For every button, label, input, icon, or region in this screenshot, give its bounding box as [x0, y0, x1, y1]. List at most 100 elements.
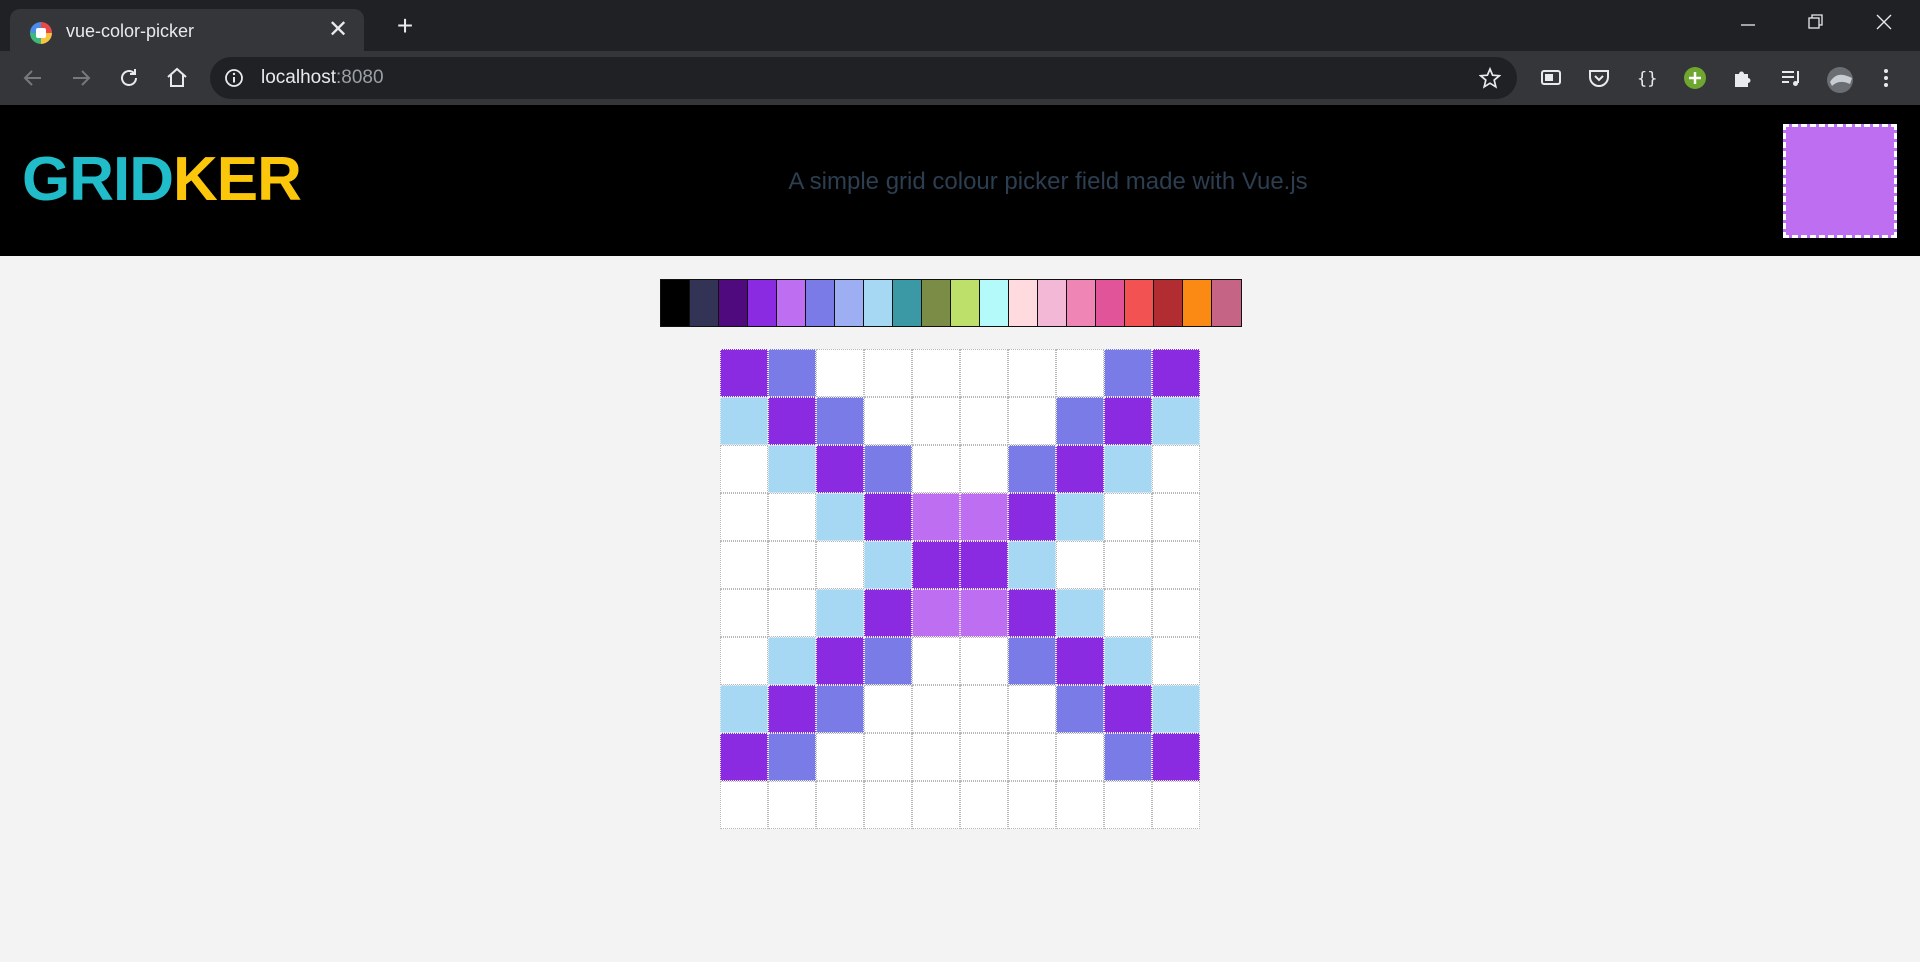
palette-color-chip[interactable] [835, 280, 864, 326]
grid-cell[interactable] [1152, 733, 1200, 781]
palette-color-chip[interactable] [1125, 280, 1154, 326]
grid-cell[interactable] [864, 637, 912, 685]
grid-cell[interactable] [1056, 397, 1104, 445]
grid-cell[interactable] [816, 349, 864, 397]
grid-cell[interactable] [720, 589, 768, 637]
grid-cell[interactable] [768, 349, 816, 397]
grid-cell[interactable] [720, 637, 768, 685]
grid-cell[interactable] [816, 637, 864, 685]
palette-color-chip[interactable] [1067, 280, 1096, 326]
grid-cell[interactable] [912, 733, 960, 781]
grid-cell[interactable] [864, 589, 912, 637]
grid-cell[interactable] [1056, 541, 1104, 589]
grid-cell[interactable] [720, 445, 768, 493]
palette-color-chip[interactable] [1009, 280, 1038, 326]
grid-cell[interactable] [768, 589, 816, 637]
grid-cell[interactable] [960, 733, 1008, 781]
grid-cell[interactable] [960, 541, 1008, 589]
grid-cell[interactable] [768, 541, 816, 589]
grid-cell[interactable] [1104, 397, 1152, 445]
json-viewer-extension-icon[interactable]: {} [1633, 64, 1661, 92]
grid-cell[interactable] [1008, 685, 1056, 733]
grid-cell[interactable] [816, 541, 864, 589]
grid-cell[interactable] [1056, 493, 1104, 541]
grid-cell[interactable] [1056, 445, 1104, 493]
grid-cell[interactable] [1104, 685, 1152, 733]
grid-cell[interactable] [1152, 541, 1200, 589]
grid-cell[interactable] [1152, 637, 1200, 685]
palette-color-chip[interactable] [951, 280, 980, 326]
grid-cell[interactable] [768, 685, 816, 733]
grid-cell[interactable] [720, 493, 768, 541]
grid-cell[interactable] [864, 541, 912, 589]
grid-cell[interactable] [960, 397, 1008, 445]
grid-cell[interactable] [1008, 397, 1056, 445]
palette-color-chip[interactable] [922, 280, 951, 326]
add-extension-icon[interactable] [1681, 64, 1709, 92]
address-bar[interactable]: localhost:8080 [210, 57, 1517, 99]
grid-cell[interactable] [1008, 349, 1056, 397]
forward-arrow-icon[interactable] [66, 63, 96, 93]
palette-color-chip[interactable] [1038, 280, 1067, 326]
grid-cell[interactable] [816, 445, 864, 493]
palette-color-chip[interactable] [980, 280, 1009, 326]
grid-cell[interactable] [1152, 685, 1200, 733]
grid-cell[interactable] [864, 445, 912, 493]
grid-cell[interactable] [1152, 445, 1200, 493]
grid-cell[interactable] [768, 733, 816, 781]
media-queue-icon[interactable] [1777, 64, 1805, 92]
grid-cell[interactable] [1152, 781, 1200, 829]
profile-avatar[interactable] [1824, 64, 1853, 93]
grid-cell[interactable] [768, 397, 816, 445]
palette-color-chip[interactable] [1096, 280, 1125, 326]
grid-cell[interactable] [1104, 445, 1152, 493]
grid-cell[interactable] [960, 781, 1008, 829]
grid-cell[interactable] [960, 349, 1008, 397]
grid-cell[interactable] [1104, 541, 1152, 589]
grid-cell[interactable] [912, 397, 960, 445]
grid-cell[interactable] [720, 397, 768, 445]
grid-cell[interactable] [1056, 733, 1104, 781]
grid-cell[interactable] [960, 637, 1008, 685]
home-icon[interactable] [162, 63, 192, 93]
grid-cell[interactable] [1104, 781, 1152, 829]
grid-cell[interactable] [1152, 589, 1200, 637]
palette-color-chip[interactable] [777, 280, 806, 326]
grid-cell[interactable] [960, 685, 1008, 733]
grid-cell[interactable] [816, 781, 864, 829]
grid-cell[interactable] [912, 637, 960, 685]
grid-cell[interactable] [912, 349, 960, 397]
grid-cell[interactable] [912, 589, 960, 637]
bookmark-star-icon[interactable] [1478, 66, 1502, 94]
grid-cell[interactable] [864, 733, 912, 781]
grid-cell[interactable] [1056, 637, 1104, 685]
grid-cell[interactable] [1056, 349, 1104, 397]
grid-cell[interactable] [1008, 637, 1056, 685]
palette-color-chip[interactable] [893, 280, 922, 326]
back-arrow-icon[interactable] [18, 63, 48, 93]
restore-button[interactable] [1794, 4, 1838, 40]
grid-cell[interactable] [864, 781, 912, 829]
grid-cell[interactable] [768, 493, 816, 541]
grid-cell[interactable] [1056, 781, 1104, 829]
palette-color-chip[interactable] [864, 280, 893, 326]
grid-cell[interactable] [1008, 493, 1056, 541]
grid-cell[interactable] [720, 733, 768, 781]
grid-cell[interactable] [960, 589, 1008, 637]
grid-cell[interactable] [912, 541, 960, 589]
grid-cell[interactable] [816, 589, 864, 637]
menu-kebab-icon[interactable] [1872, 64, 1900, 92]
grid-cell[interactable] [864, 397, 912, 445]
minimize-button[interactable] [1726, 4, 1770, 40]
grid-cell[interactable] [912, 493, 960, 541]
grid-cell[interactable] [864, 493, 912, 541]
pocket-extension-icon[interactable] [1585, 64, 1613, 92]
grid-cell[interactable] [1056, 589, 1104, 637]
grid-cell[interactable] [768, 781, 816, 829]
grid-cell[interactable] [816, 397, 864, 445]
grid-cell[interactable] [1104, 349, 1152, 397]
palette-color-chip[interactable] [661, 280, 690, 326]
grid-cell[interactable] [912, 445, 960, 493]
grid-cell[interactable] [1152, 397, 1200, 445]
grid-cell[interactable] [768, 637, 816, 685]
